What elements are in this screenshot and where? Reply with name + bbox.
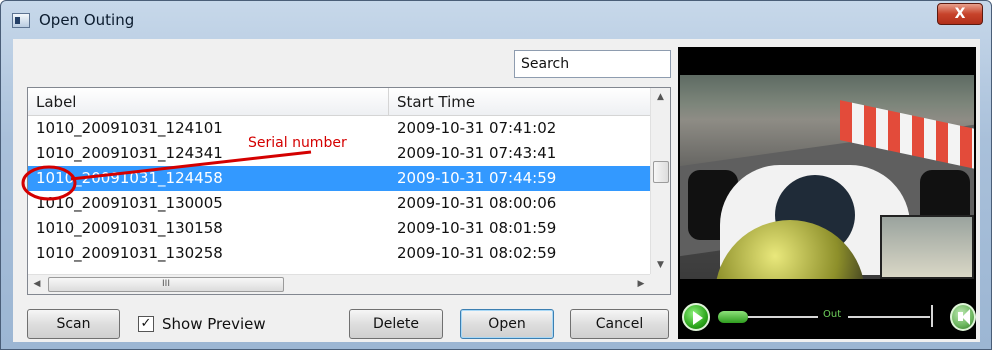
cell-label: 1010_20091031_130158	[36, 219, 223, 237]
vertical-scrollbar[interactable]: ▲ ▼	[650, 88, 670, 274]
cancel-button[interactable]: Cancel	[570, 309, 669, 339]
scrollbar-corner	[650, 274, 670, 294]
play-icon[interactable]	[682, 303, 710, 331]
cell-start-time: 2009-10-31 07:43:41	[397, 144, 557, 162]
cell-start-time: 2009-10-31 08:00:06	[397, 194, 557, 212]
scroll-left-icon[interactable]: ◀	[28, 275, 46, 294]
table-header: Label Start Time	[28, 88, 650, 116]
dialog-content: Search Label Start Time 1010_20091031_12…	[13, 39, 980, 342]
title-bar[interactable]: Open Outing X	[1, 1, 991, 39]
cell-label: 1010_20091031_130005	[36, 194, 223, 212]
table-row-selected[interactable]: 1010_20091031_124458 2009-10-31 07:44:59	[28, 166, 650, 191]
show-preview-checkbox[interactable]: ✓	[138, 316, 154, 332]
column-header-label[interactable]: Label	[28, 88, 389, 116]
column-header-start-time[interactable]: Start Time	[389, 88, 650, 116]
close-button[interactable]: X	[937, 3, 983, 25]
open-button[interactable]: Open	[460, 309, 554, 339]
seek-knob[interactable]	[718, 311, 748, 323]
out-point-label: Out	[823, 309, 842, 320]
horizontal-scrollbar[interactable]: ◀ III ▶	[28, 274, 650, 294]
cell-label: 1010_20091031_124458	[36, 169, 223, 187]
scroll-down-icon[interactable]: ▼	[651, 256, 670, 274]
cell-start-time: 2009-10-31 07:44:59	[397, 169, 557, 187]
cell-start-time: 2009-10-31 08:02:59	[397, 244, 557, 262]
table-row[interactable]: 1010_20091031_130258 2009-10-31 08:02:59	[28, 241, 650, 266]
cell-start-time: 2009-10-31 08:01:59	[397, 219, 557, 237]
cell-label: 1010_20091031_130258	[36, 244, 223, 262]
scroll-up-icon[interactable]: ▲	[651, 88, 670, 106]
table-row[interactable]: 1010_20091031_130005 2009-10-31 08:00:06	[28, 191, 650, 216]
video-preview-panel: Out	[678, 47, 976, 339]
cell-label: 1010_20091031_124341	[36, 144, 223, 162]
app-icon	[12, 13, 30, 28]
open-outing-dialog: Open Outing X Search Label Start Time 10…	[0, 0, 992, 350]
cell-start-time: 2009-10-31 07:41:02	[397, 119, 557, 137]
car-mirror	[880, 215, 974, 279]
out-marker[interactable]	[931, 305, 933, 327]
show-preview-label: Show Preview	[162, 315, 266, 333]
seek-track[interactable]	[748, 316, 818, 318]
annotation-label: Serial number	[248, 135, 347, 151]
cell-label: 1010_20091031_124101	[36, 119, 223, 137]
scan-button[interactable]: Scan	[27, 309, 120, 339]
playback-controls: Out	[678, 299, 976, 339]
speaker-icon[interactable]	[950, 303, 976, 331]
horizontal-scroll-thumb[interactable]: III	[48, 277, 284, 292]
outing-table: Label Start Time 1010_20091031_124101 20…	[27, 87, 671, 295]
search-input[interactable]: Search	[514, 50, 671, 78]
seek-track-end[interactable]	[848, 316, 930, 318]
table-row[interactable]: 1010_20091031_130158 2009-10-31 08:01:59	[28, 216, 650, 241]
window-title: Open Outing	[39, 11, 135, 29]
vertical-scroll-thumb[interactable]	[653, 161, 669, 183]
video-frame	[680, 75, 974, 279]
delete-button[interactable]: Delete	[349, 309, 443, 339]
scroll-right-icon[interactable]: ▶	[632, 275, 650, 294]
